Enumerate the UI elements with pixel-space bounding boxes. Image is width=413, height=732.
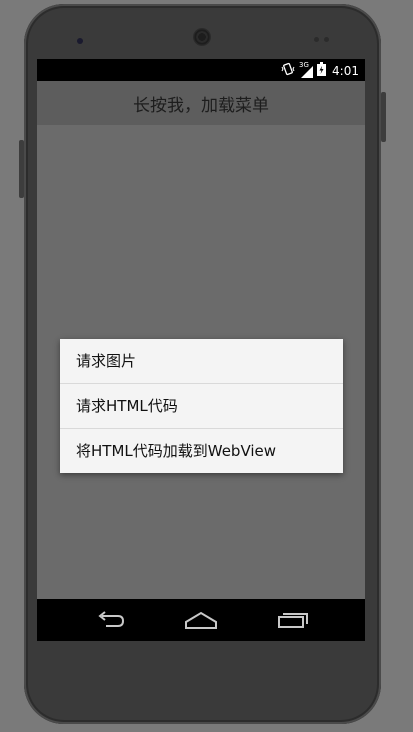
navigation-bar (37, 599, 365, 641)
action-bar: 长按我，加载菜单 (37, 81, 365, 125)
vibrate-icon (281, 62, 295, 79)
phone-screen: 3G 4:01 长按我，加载菜单 请求图片 请求HTML代码 将HTML代码加载… (37, 59, 365, 641)
battery-icon (317, 62, 327, 79)
clock: 4:01 (332, 63, 359, 78)
menu-item-request-html[interactable]: 请求HTML代码 (60, 384, 343, 429)
front-camera-icon (77, 38, 83, 44)
volume-button[interactable] (19, 140, 24, 198)
context-menu: 请求图片 请求HTML代码 将HTML代码加载到WebView (60, 339, 343, 473)
menu-item-request-image[interactable]: 请求图片 (60, 339, 343, 384)
sensor-icon (324, 37, 329, 42)
content-area[interactable]: 请求图片 请求HTML代码 将HTML代码加载到WebView (37, 125, 365, 599)
status-bar: 3G 4:01 (37, 59, 365, 81)
home-icon[interactable] (183, 608, 219, 632)
page-title[interactable]: 长按我，加载菜单 (133, 91, 269, 116)
sensor-icon (314, 37, 319, 42)
earpiece-speaker-icon (193, 28, 211, 46)
power-button[interactable] (381, 92, 386, 142)
menu-item-load-html-webview[interactable]: 将HTML代码加载到WebView (60, 429, 343, 473)
signal-3g-icon: 3G (299, 61, 314, 78)
back-icon[interactable] (92, 608, 128, 632)
recents-icon[interactable] (275, 608, 311, 632)
